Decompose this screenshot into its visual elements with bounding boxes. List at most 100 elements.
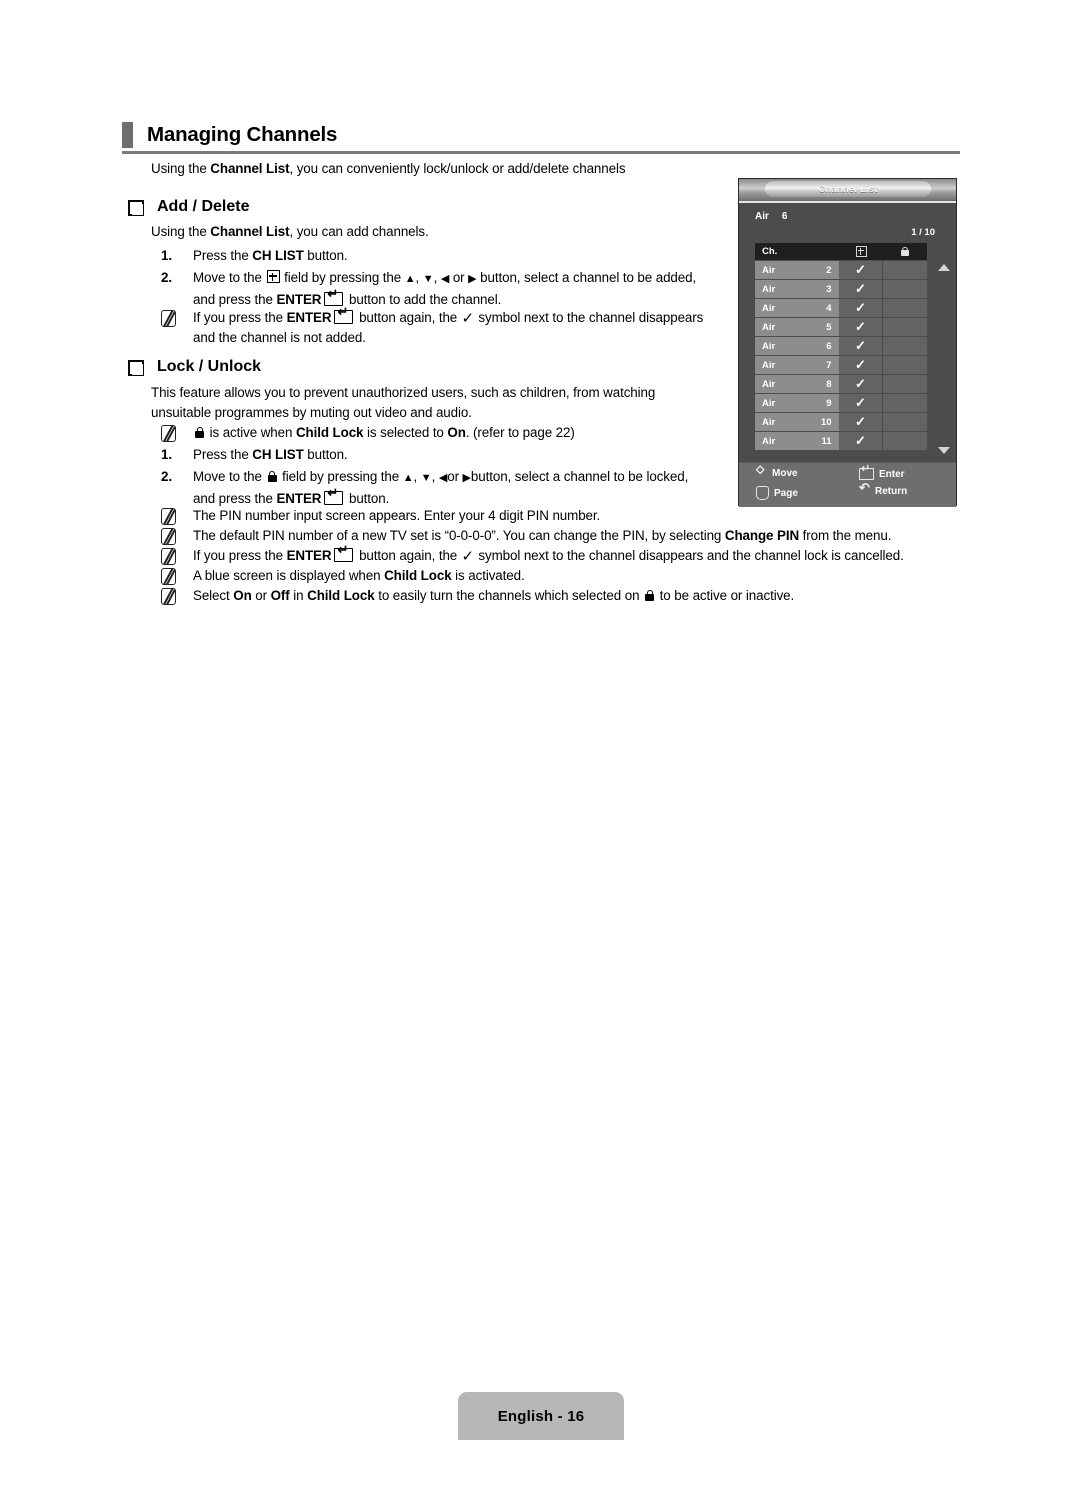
osd-row-lock-cell[interactable]	[883, 413, 927, 431]
check-icon: ✓	[854, 319, 866, 334]
osd-row-add-cell[interactable]: ✓	[838, 413, 884, 431]
osd-help-return-label: Return	[875, 486, 908, 497]
add-step-2-body: Move to the field by pressing the ▲, ▼, …	[193, 268, 761, 309]
check-icon: ✓	[461, 548, 475, 565]
page-title-row: Managing Channels	[122, 118, 960, 152]
add-step-2-or: or	[449, 270, 469, 285]
osd-row-lock-cell[interactable]	[883, 394, 927, 412]
osd-row-lock-cell[interactable]	[883, 261, 927, 279]
enter-key-icon	[859, 464, 874, 480]
osd-row-add-cell[interactable]: ✓	[838, 375, 884, 393]
add-step-2-d: and press the	[193, 291, 277, 307]
osd-channel-row[interactable]: Air 7 ✓	[755, 355, 927, 374]
osd-row-lock-cell[interactable]	[883, 280, 927, 298]
lock-note-bold-childlock: Child Lock	[295, 425, 364, 440]
arrow-left-icon: ◀	[440, 273, 450, 285]
add-note-1-a: If you press the	[193, 310, 287, 325]
lock-icon	[195, 427, 204, 438]
osd-channel-row[interactable]: Air 10 ✓	[755, 412, 927, 431]
section-heading-add-delete: Add / Delete	[128, 198, 249, 216]
osd-row-source: Air	[762, 397, 776, 409]
osd-row-add-cell[interactable]: ✓	[838, 299, 884, 317]
lock-note-4-body: A blue screen is displayed when Child Lo…	[193, 566, 961, 586]
osd-channel-row[interactable]: Air 8 ✓	[755, 374, 927, 393]
osd-channel-row[interactable]: Air 3 ✓	[755, 279, 927, 298]
lock-note-5-body: Select On or Off in Child Lock to easily…	[193, 586, 1001, 606]
lock-note-bold-on: On	[447, 425, 466, 440]
enter-key-icon	[334, 544, 354, 562]
page-button-icon	[756, 486, 769, 500]
lock-note-childlock: is active when Child Lock is selected to…	[161, 423, 781, 443]
note-icon	[161, 310, 176, 327]
lock-step-2-number: 2.	[161, 469, 172, 484]
osd-row-lock-cell[interactable]	[883, 356, 927, 374]
lock-note-5-e: to be active or inactive.	[656, 588, 795, 603]
osd-scroll-up-arrow[interactable]	[938, 264, 950, 271]
osd-row-add-cell[interactable]: ✓	[838, 356, 884, 374]
add-step-2-bold: ENTER	[276, 291, 322, 307]
osd-row-lock-cell[interactable]	[883, 318, 927, 336]
lock-icon	[267, 471, 277, 482]
page-intro: Using the Channel List, you can convenie…	[151, 161, 626, 176]
osd-row-number: 11	[821, 435, 832, 447]
osd-row-lock-cell[interactable]	[883, 337, 927, 355]
lock-note-2-a: The default PIN number of a new TV set i…	[193, 528, 725, 543]
osd-row-number: 4	[826, 302, 832, 314]
section-title-lock-unlock: Lock / Unlock	[157, 358, 262, 375]
osd-channel-row[interactable]: Air 5 ✓	[755, 317, 927, 336]
osd-row-add-cell[interactable]: ✓	[838, 432, 884, 450]
dpad-icon	[756, 464, 767, 479]
lock-icon	[901, 246, 909, 257]
osd-row-number: 7	[826, 359, 832, 371]
channel-list-osd: Channel List Air 6 1 / 10 Ch. Air 2 ✓ Air 3 ✓ A…	[738, 178, 957, 507]
osd-channel-row[interactable]: Air 11 ✓	[755, 431, 927, 450]
osd-row-add-cell[interactable]: ✓	[838, 318, 884, 336]
check-icon: ✓	[854, 300, 866, 315]
osd-channel-row[interactable]: Air 4 ✓	[755, 298, 927, 317]
osd-row-channel: Air 4	[755, 299, 839, 317]
osd-column-add	[839, 246, 883, 257]
add-step-1-body: Press the CH LIST button.	[193, 246, 741, 266]
section-title-add-delete: Add / Delete	[157, 198, 250, 215]
square-bullet-icon	[128, 200, 144, 216]
add-intro-prefix: Using the	[151, 224, 211, 239]
osd-column-ch: Ch.	[762, 246, 778, 257]
lock-note-childlock-body: is active when Child Lock is selected to…	[193, 423, 781, 443]
osd-row-add-cell[interactable]: ✓	[838, 394, 884, 412]
osd-channel-row[interactable]: Air 2 ✓	[755, 260, 927, 279]
osd-row-lock-cell[interactable]	[883, 375, 927, 393]
osd-row-channel: Air 6	[755, 337, 839, 355]
osd-row-lock-cell[interactable]	[883, 432, 927, 450]
osd-row-source: Air	[762, 302, 776, 314]
lock-note-5-bold-on: On	[233, 588, 252, 603]
lock-intro-line-1: This feature allows you to prevent unaut…	[151, 385, 656, 400]
arrow-up-icon: ▲	[402, 472, 414, 484]
osd-row-add-cell[interactable]: ✓	[838, 337, 884, 355]
osd-row-lock-cell[interactable]	[883, 299, 927, 317]
note-icon	[161, 528, 176, 545]
arrow-left-icon: ◀	[438, 472, 448, 484]
add-note-1: If you press the ENTER button again, the…	[161, 306, 781, 347]
check-icon: ✓	[854, 376, 866, 391]
page-footer-tab: English - 16	[458, 1392, 624, 1440]
lock-step-2-or: or	[447, 469, 463, 484]
lock-note-4: A blue screen is displayed when Child Lo…	[161, 566, 961, 586]
osd-row-add-cell[interactable]: ✓	[838, 261, 884, 279]
add-note-1-body: If you press the ENTER button again, the…	[193, 306, 781, 347]
osd-scroll-down-arrow[interactable]	[938, 447, 950, 454]
osd-row-number: 6	[826, 340, 832, 352]
osd-channel-row[interactable]: Air 9 ✓	[755, 393, 927, 412]
check-icon: ✓	[854, 433, 866, 448]
osd-row-number: 8	[826, 378, 832, 390]
add-step-2-e: button to add the channel.	[345, 291, 502, 307]
note-icon	[161, 508, 176, 525]
intro-suffix: , you can conveniently lock/unlock or ad…	[289, 161, 626, 176]
check-icon: ✓	[854, 281, 866, 296]
lock-step-1: 1. Press the CH LIST button.	[161, 445, 741, 465]
osd-help-page-label: Page	[774, 487, 798, 499]
add-step-1: 1. Press the CH LIST button.	[161, 246, 741, 266]
intro-bold-channel-list: Channel List	[210, 161, 290, 176]
title-bullet-icon	[122, 122, 133, 148]
osd-channel-row[interactable]: Air 6 ✓	[755, 336, 927, 355]
osd-row-add-cell[interactable]: ✓	[838, 280, 884, 298]
